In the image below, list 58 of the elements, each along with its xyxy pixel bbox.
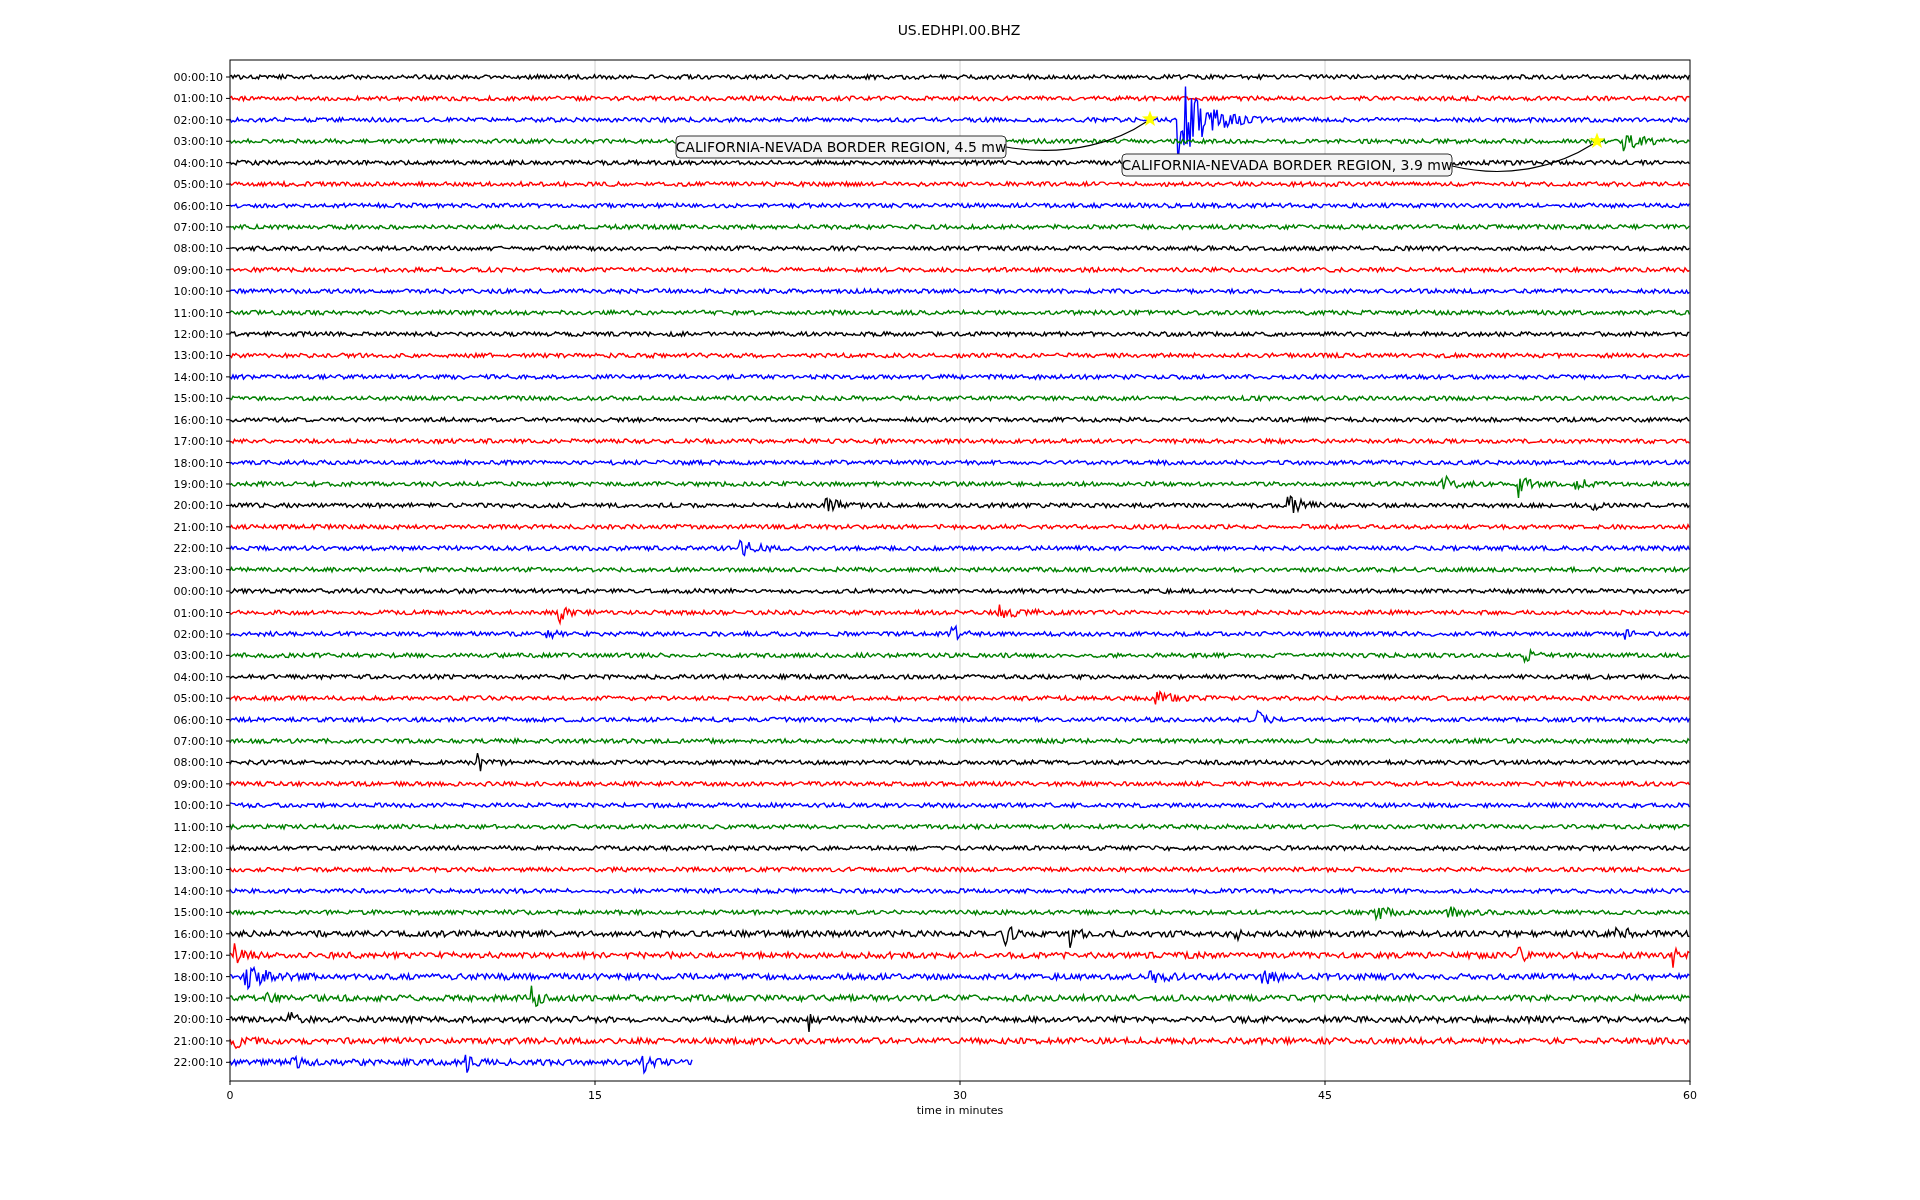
time-label: 16:00:10 xyxy=(173,927,223,941)
time-label: 13:00:10 xyxy=(173,863,223,877)
time-label: 20:00:10 xyxy=(173,499,223,513)
axis-tick-label: 30 xyxy=(953,1089,967,1102)
axis-label: time in minutes xyxy=(916,1104,1004,1117)
time-label: 18:00:10 xyxy=(173,970,223,984)
axis-tick-label: 60 xyxy=(1683,1089,1697,1102)
axis-tick-label: 45 xyxy=(1318,1089,1332,1102)
time-label: 03:00:10 xyxy=(173,649,223,663)
time-label: 11:00:10 xyxy=(173,306,223,320)
time-label: 08:00:10 xyxy=(173,242,223,256)
axis-tick-label: 0 xyxy=(226,1089,234,1102)
event-annotation: CALIFORNIA-NEVADA BORDER REGION, 3.9 mw xyxy=(1121,153,1453,177)
time-label: 17:00:10 xyxy=(173,949,223,963)
time-label: 10:00:10 xyxy=(173,799,223,813)
event-annotation: CALIFORNIA-NEVADA BORDER REGION, 4.5 mw xyxy=(675,135,1007,159)
time-label: 12:00:10 xyxy=(173,328,223,342)
time-label: 11:00:10 xyxy=(173,820,223,834)
time-label: 12:00:10 xyxy=(173,842,223,856)
time-label: 15:00:10 xyxy=(173,392,223,406)
time-label: 16:00:10 xyxy=(173,413,223,427)
chart-title: US.EDHPI.00.BHZ xyxy=(897,22,1021,38)
time-label: 05:00:10 xyxy=(173,178,223,192)
time-label: 06:00:10 xyxy=(173,199,223,213)
time-label: 22:00:10 xyxy=(173,542,223,556)
time-label: 00:00:10 xyxy=(173,71,223,84)
time-label: 06:00:10 xyxy=(173,713,223,727)
time-label: 14:00:10 xyxy=(173,884,223,898)
time-label: 22:00:10 xyxy=(173,1056,223,1070)
star-icon xyxy=(1588,132,1606,148)
time-label: 05:00:10 xyxy=(173,692,223,706)
time-label: 19:00:10 xyxy=(173,478,223,491)
time-label: 01:00:10 xyxy=(173,92,223,106)
time-label: 10:00:10 xyxy=(173,285,223,299)
time-label: 01:00:10 xyxy=(173,606,223,620)
time-label: 00:00:10 xyxy=(173,585,223,599)
time-label: 04:00:10 xyxy=(173,156,223,170)
time-label: 14:00:10 xyxy=(173,370,223,384)
time-label: 15:00:10 xyxy=(173,906,223,920)
time-label: 04:00:10 xyxy=(173,670,223,684)
time-label: 18:00:10 xyxy=(173,456,223,470)
time-label: 17:00:10 xyxy=(173,435,223,449)
time-label: 03:00:10 xyxy=(173,135,223,149)
time-label: 20:00:10 xyxy=(173,1013,223,1027)
time-label: 09:00:10 xyxy=(173,777,223,791)
time-label: 02:00:10 xyxy=(173,627,223,641)
time-label: 07:00:10 xyxy=(173,735,223,748)
axis-tick-label: 15 xyxy=(588,1089,602,1102)
time-label: 23:00:10 xyxy=(173,563,223,577)
time-label: 07:00:10 xyxy=(173,220,223,234)
time-label: 09:00:10 xyxy=(173,263,223,277)
time-label: 21:00:10 xyxy=(173,1034,223,1048)
time-label: 08:00:10 xyxy=(173,756,223,770)
star-icon xyxy=(1141,110,1159,126)
time-label: 21:00:10 xyxy=(173,520,223,534)
time-label: 13:00:10 xyxy=(173,349,223,363)
time-label: 19:00:10 xyxy=(173,992,223,1006)
time-label: 02:00:10 xyxy=(173,113,223,127)
